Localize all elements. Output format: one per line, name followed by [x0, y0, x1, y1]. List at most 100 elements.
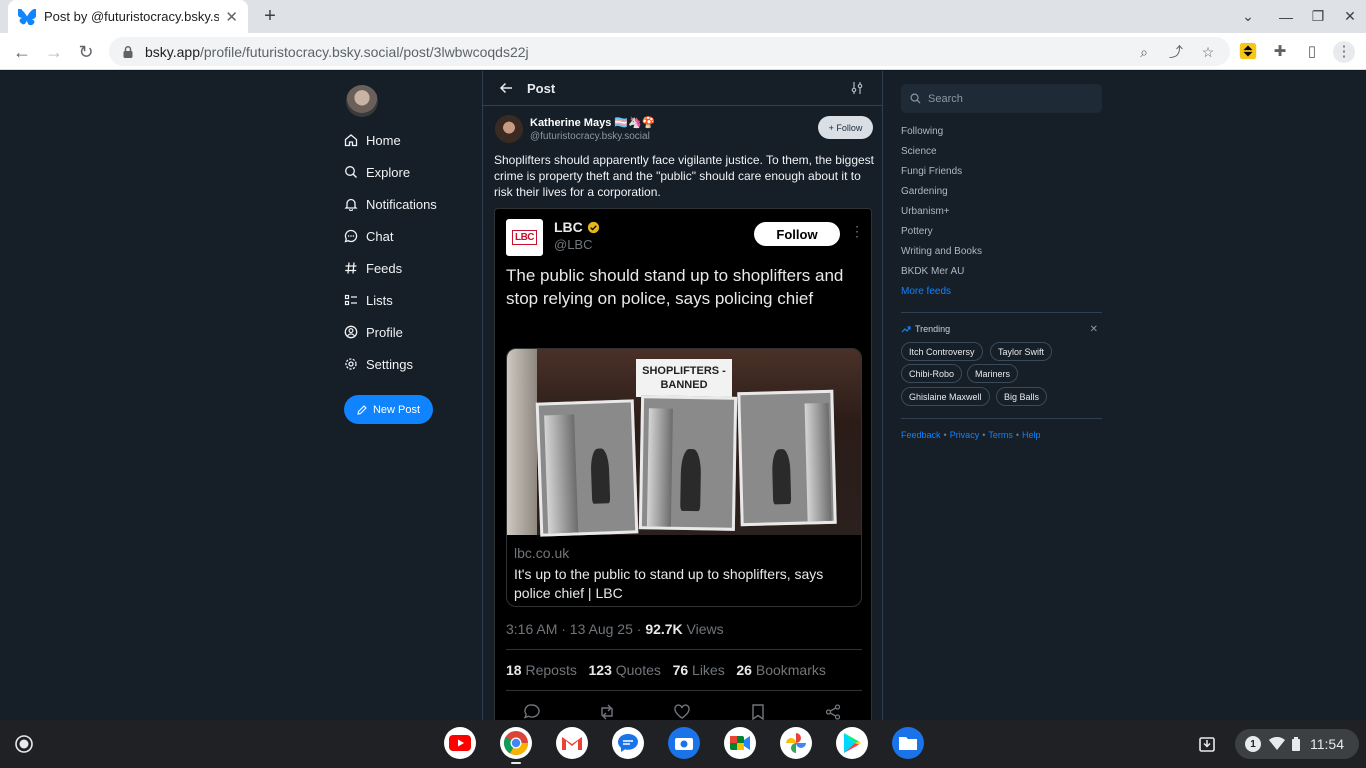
post-thread: Post Katherine Mays 🏳️‍⚧️🦄🍄 @futuristocr… — [482, 71, 883, 720]
search-placeholder: Search — [928, 92, 963, 105]
thread-settings-icon[interactable] — [850, 81, 864, 95]
embedded-image[interactable]: LBC LBC @LBC Follow ⋮ The public should … — [494, 208, 872, 720]
search-icon — [910, 93, 921, 104]
footer-link[interactable]: Help — [1022, 430, 1041, 440]
bell-icon — [344, 198, 358, 211]
browser-toolbar: ← → ↻ bsky.app/profile/futuristocracy.bs… — [0, 33, 1366, 70]
divider — [506, 649, 862, 650]
reload-icon[interactable]: ↻ — [72, 38, 100, 66]
zoom-icon[interactable]: ⌕ — [1135, 43, 1153, 61]
back-arrow-icon[interactable]: ← — [8, 38, 36, 66]
files-app-icon[interactable] — [892, 727, 924, 759]
bookmark-star-icon[interactable]: ☆ — [1199, 43, 1217, 61]
nav-item-settings[interactable]: Settings — [344, 353, 413, 375]
feed-link[interactable]: Fungi Friends — [901, 166, 962, 177]
minimize-icon[interactable]: — — [1270, 0, 1302, 33]
follow-button[interactable]: + Follow — [818, 116, 873, 139]
trending-pill[interactable]: Big Balls — [996, 387, 1048, 406]
author-handle[interactable]: @futuristocracy.bsky.social — [530, 131, 650, 142]
browser-tab[interactable]: Post by @futuristocracy.bsky.so ✕ — [8, 0, 248, 33]
footer-links: Feedback • Privacy • Terms • Help — [901, 430, 1041, 440]
launcher-icon[interactable] — [8, 732, 40, 756]
feed-link[interactable]: Writing and Books — [901, 246, 982, 257]
nav-item-notifications[interactable]: Notifications — [344, 193, 437, 215]
feed-link[interactable]: BKDK Mer AU — [901, 266, 964, 277]
feed-link[interactable]: Following — [901, 126, 943, 137]
share-icon[interactable]: ⤴ — [1167, 43, 1185, 61]
back-arrow-icon[interactable] — [499, 81, 513, 95]
hash-icon — [345, 262, 357, 274]
post-author: Katherine Mays 🏳️‍⚧️🦄🍄 @futuristocracy.b… — [495, 115, 873, 147]
play-store-app-icon[interactable] — [836, 727, 868, 759]
messages-app-icon[interactable] — [612, 727, 644, 759]
tab-search-chevron-icon[interactable]: ⌄ — [1232, 0, 1264, 33]
lbc-logo: LBC — [506, 219, 543, 256]
repost-icon — [601, 704, 613, 720]
nav-item-chat[interactable]: Chat — [344, 225, 393, 247]
address-bar[interactable]: bsky.app/profile/futuristocracy.bsky.soc… — [109, 37, 1230, 66]
close-tab-icon[interactable]: ✕ — [225, 8, 238, 26]
tab-title: Post by @futuristocracy.bsky.so — [44, 9, 220, 24]
trending-header: Trending ✕ — [901, 324, 1102, 335]
close-window-icon[interactable]: ✕ — [1334, 0, 1366, 33]
meet-app-icon[interactable] — [724, 727, 756, 759]
photos-app-icon[interactable] — [780, 727, 812, 759]
camera-app-icon[interactable] — [668, 727, 700, 759]
verified-badge-icon — [587, 221, 599, 233]
new-tab-button[interactable]: + — [258, 4, 282, 28]
heart-icon — [674, 704, 690, 719]
extension-arrow-icon[interactable] — [1237, 41, 1259, 63]
nav-item-explore[interactable]: Explore — [344, 161, 410, 183]
tab-strip: Post by @futuristocracy.bsky.so ✕ + ⌄ — … — [0, 0, 1366, 33]
author-name[interactable]: Katherine Mays 🏳️‍⚧️🦄🍄 — [530, 116, 655, 129]
new-post-label: New Post — [372, 403, 421, 416]
link-card: SHOPLIFTERS - BANNED lbc.co.uk It's up t… — [506, 348, 862, 607]
lock-icon — [123, 45, 133, 58]
side-panel-icon[interactable]: ▯ — [1301, 41, 1323, 63]
restore-icon[interactable]: ❐ — [1302, 0, 1334, 33]
embed-author-name: LBC — [554, 219, 600, 235]
search-input[interactable]: Search — [901, 84, 1102, 113]
browser-menu-icon[interactable]: ⋮ — [1333, 41, 1355, 63]
avatar[interactable] — [346, 85, 378, 117]
pencil-icon — [357, 404, 367, 415]
chrome-app-icon[interactable] — [500, 727, 532, 759]
more-feeds-link[interactable]: More feeds — [901, 286, 951, 297]
post-header: Post — [483, 71, 882, 106]
nav-item-profile[interactable]: Profile — [344, 321, 403, 343]
tote-icon[interactable] — [1195, 732, 1219, 756]
trending-pill[interactable]: Mariners — [967, 364, 1019, 383]
post-timestamp: 3:16 AM · 13 Aug 25 · 92.7K Views — [506, 621, 724, 637]
system-tray[interactable]: 1 11:54 — [1235, 729, 1359, 759]
forward-arrow-icon[interactable]: → — [40, 38, 68, 66]
clock: 11:54 — [1310, 736, 1344, 752]
nav-label: Chat — [366, 228, 394, 244]
trending-pill[interactable]: Itch Controversy — [901, 342, 983, 361]
close-icon[interactable]: ✕ — [1090, 324, 1098, 335]
feed-link[interactable]: Science — [901, 146, 937, 157]
wifi-icon — [1269, 737, 1285, 750]
nav-label: Settings — [366, 356, 413, 372]
feed-link[interactable]: Urbanism+ — [901, 206, 950, 217]
divider — [901, 418, 1102, 419]
extensions-puzzle-icon[interactable]: ✚ — [1269, 41, 1291, 63]
nav-item-home[interactable]: Home — [344, 129, 401, 151]
gmail-app-icon[interactable] — [556, 727, 588, 759]
author-avatar[interactable] — [495, 115, 523, 143]
trending-pill[interactable]: Chibi-Robo — [901, 364, 963, 383]
nav-item-lists[interactable]: Lists — [344, 289, 393, 311]
bluesky-page: Home Explore Notifications Chat Feeds Li… — [0, 71, 1366, 720]
feed-link[interactable]: Gardening — [901, 186, 948, 197]
new-post-button[interactable]: New Post — [344, 395, 433, 424]
trending-pill[interactable]: Ghislaine Maxwell — [901, 387, 990, 406]
nav-label: Explore — [366, 164, 411, 180]
feed-link[interactable]: Pottery — [901, 226, 933, 237]
nav-label: Lists — [366, 292, 393, 308]
footer-link[interactable]: Privacy — [950, 430, 980, 440]
trending-pill[interactable]: Taylor Swift — [990, 342, 1053, 361]
battery-icon — [1292, 737, 1300, 751]
footer-link[interactable]: Terms — [988, 430, 1013, 440]
nav-item-feeds[interactable]: Feeds — [344, 257, 402, 279]
footer-link[interactable]: Feedback — [901, 430, 941, 440]
youtube-app-icon[interactable] — [444, 727, 476, 759]
